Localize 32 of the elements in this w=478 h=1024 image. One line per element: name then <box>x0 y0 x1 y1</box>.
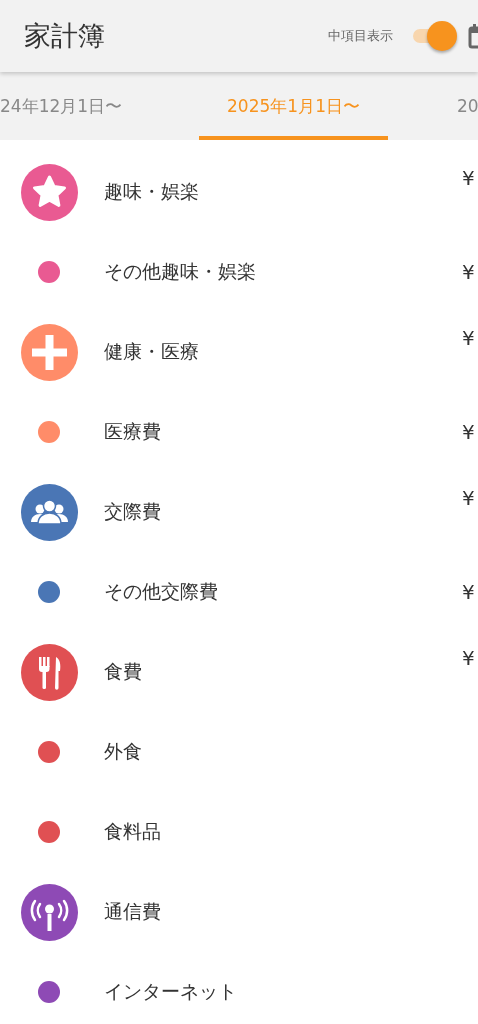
category-row[interactable]: 通信費 <box>0 872 478 952</box>
category-label: インターネット <box>104 979 238 1004</box>
category-row[interactable]: 食料品 <box>0 792 478 872</box>
amount: ¥ <box>462 645 476 670</box>
category-row[interactable]: その他趣味・娯楽 ¥ <box>0 232 478 312</box>
category-row[interactable]: インターネット <box>0 952 478 1024</box>
amount: ¥ <box>462 485 476 510</box>
amount: ¥ <box>462 165 476 190</box>
category-label: 交際費 <box>104 499 162 524</box>
category-row[interactable]: 医療費 ¥ <box>0 392 478 472</box>
amount: ¥ <box>462 260 476 284</box>
category-row[interactable]: 趣味・娯楽 ¥ <box>0 152 478 232</box>
category-label: その他趣味・娯楽 <box>104 259 257 284</box>
category-row[interactable]: 食費 ¥ <box>0 632 478 712</box>
category-label: 通信費 <box>104 899 162 924</box>
category-row[interactable]: 交際費 ¥ <box>0 472 478 552</box>
category-row[interactable]: その他交際費 ¥ <box>0 552 478 632</box>
amount: ¥ <box>462 325 476 350</box>
category-row[interactable]: 外食 <box>0 712 478 792</box>
category-label: その他交際費 <box>104 579 219 604</box>
category-label: 外食 <box>104 739 143 764</box>
category-label: 食費 <box>104 659 143 684</box>
category-label: 健康・医療 <box>104 339 200 364</box>
category-row[interactable]: 健康・医療 ¥ <box>0 312 478 392</box>
amount: ¥ <box>462 420 476 444</box>
category-label: 食料品 <box>104 819 162 844</box>
toggle-switch[interactable] <box>411 19 457 53</box>
app-title: 家計簿 <box>24 19 106 53</box>
category-label: 趣味・娯楽 <box>104 179 200 204</box>
category-label: 医療費 <box>104 419 162 444</box>
amount: ¥ <box>462 580 476 604</box>
toggle-label: 中項目表示 <box>328 27 393 45</box>
